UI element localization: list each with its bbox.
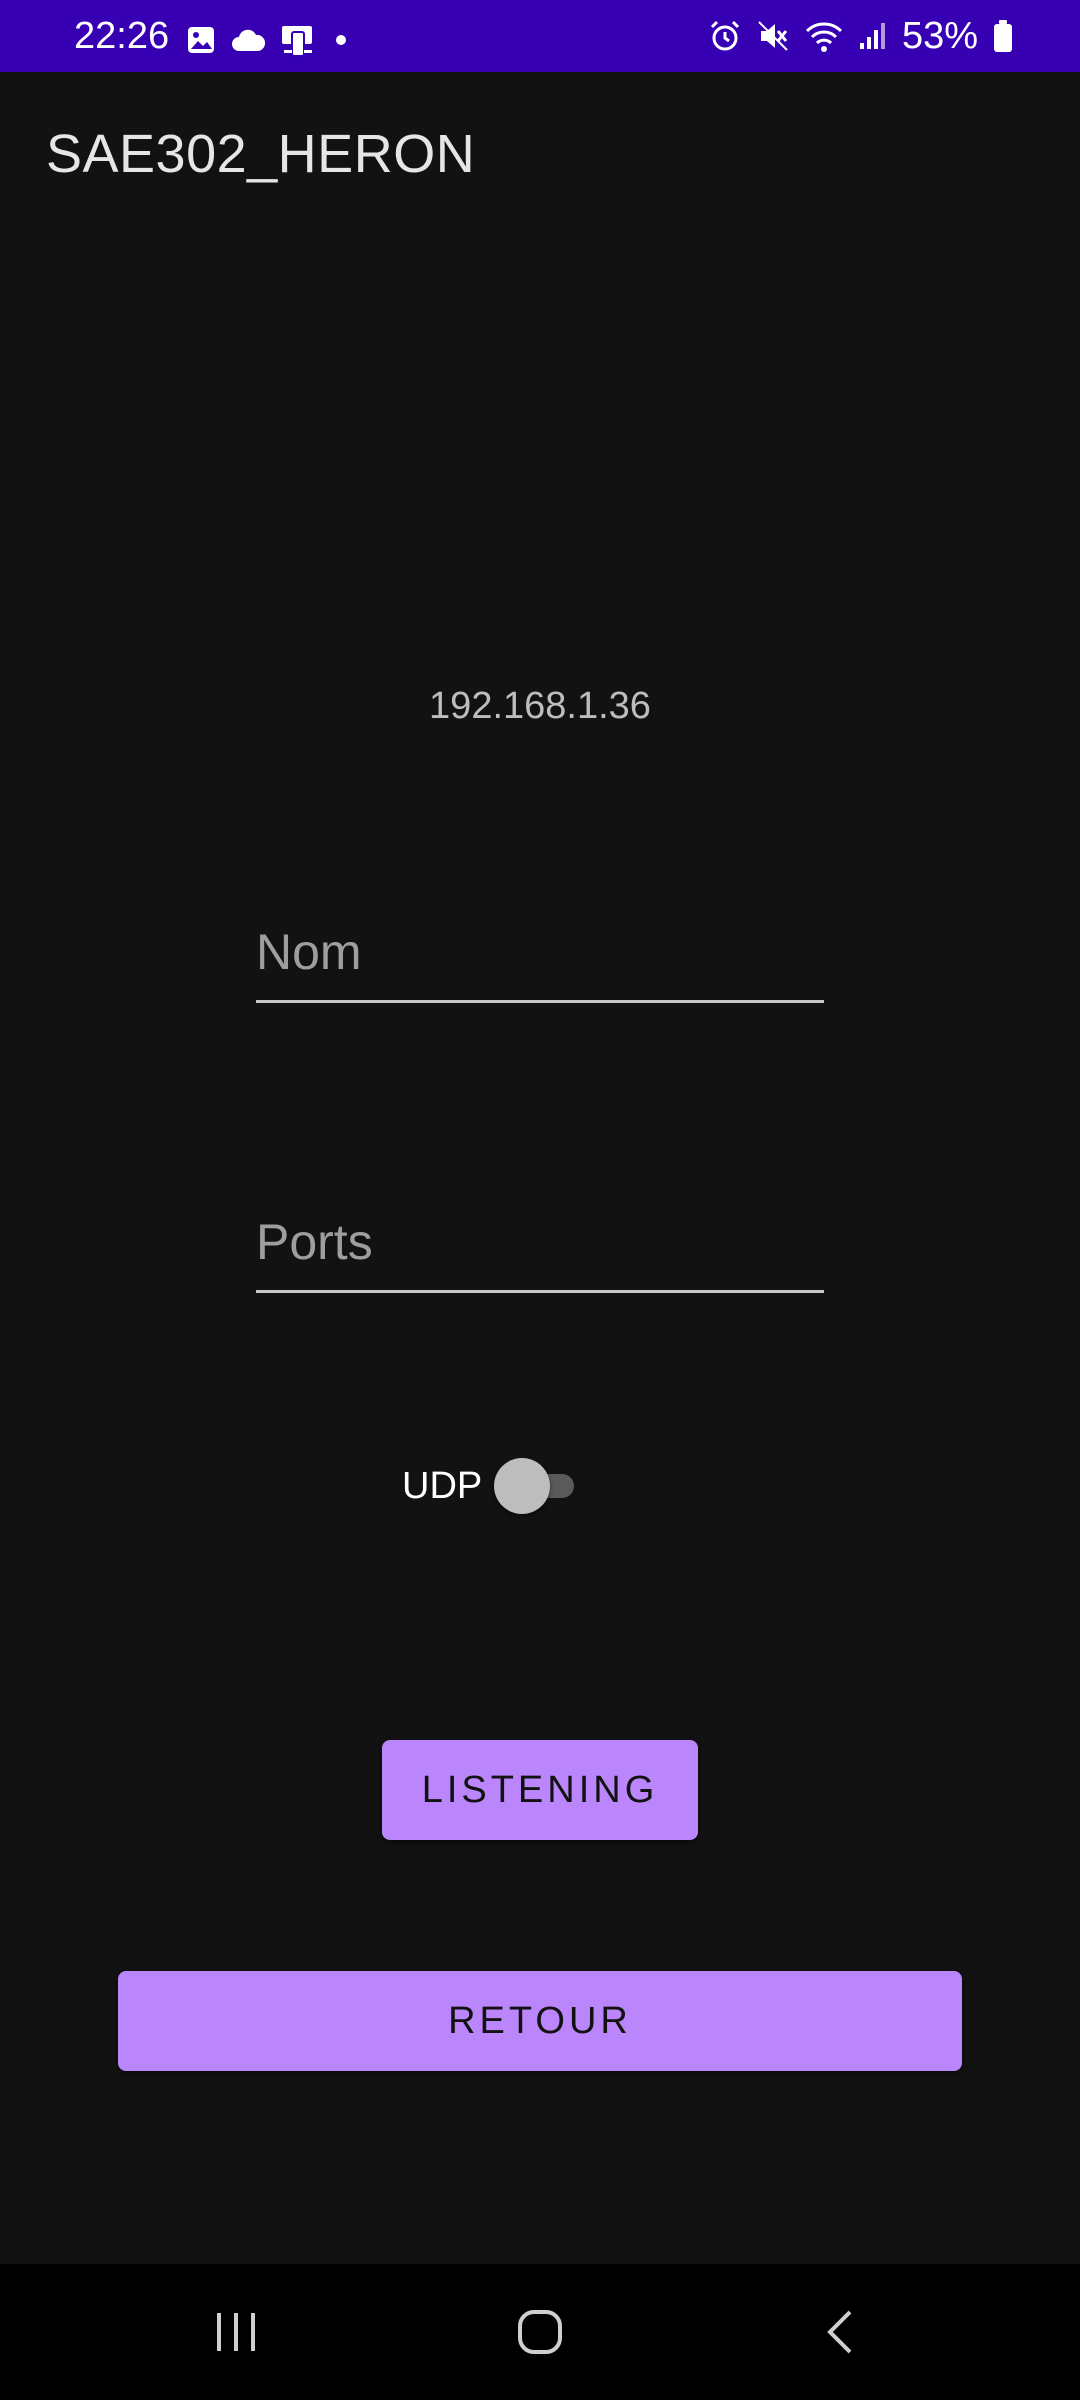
wifi-icon [804,19,844,53]
status-time: 22:26 [74,15,170,57]
app-title: SAE302_HERON [46,124,476,184]
mute-icon [756,19,790,53]
dot-icon [328,30,354,50]
back-icon [822,2308,858,2356]
back-button[interactable] [780,2292,900,2372]
udp-label: UDP [402,1465,483,1507]
retour-button[interactable]: RETOUR [118,1971,962,2071]
status-bar: 22:26 53% [0,0,1080,72]
device-icon [280,22,314,58]
udp-switch[interactable] [494,1458,586,1514]
image-icon [186,25,216,55]
navigation-bar [0,2264,1080,2400]
listening-button[interactable]: LISTENING [382,1740,698,1840]
ports-input[interactable] [256,1194,824,1290]
status-right-icons: 53% [708,16,1014,56]
home-button[interactable] [480,2292,600,2372]
screen: 22:26 53% SAE302_HERON 192.168.1.36 Nom … [0,0,1080,2400]
recents-button[interactable] [176,2292,296,2372]
nom-field[interactable] [256,904,824,1003]
home-icon [516,2308,564,2356]
ports-field[interactable] [256,1194,824,1293]
battery-percent: 53% [901,15,978,57]
nom-input[interactable] [256,904,824,1000]
signal-icon [858,21,888,51]
ip-address-text: 192.168.1.36 [429,685,651,727]
alarm-icon [708,19,742,53]
cloud-icon [230,27,266,53]
battery-icon [992,19,1014,53]
status-left-icons [186,22,354,58]
udp-switch-row[interactable]: UDP [402,1454,586,1518]
recents-icon [213,2310,259,2354]
switch-thumb[interactable] [494,1458,551,1514]
